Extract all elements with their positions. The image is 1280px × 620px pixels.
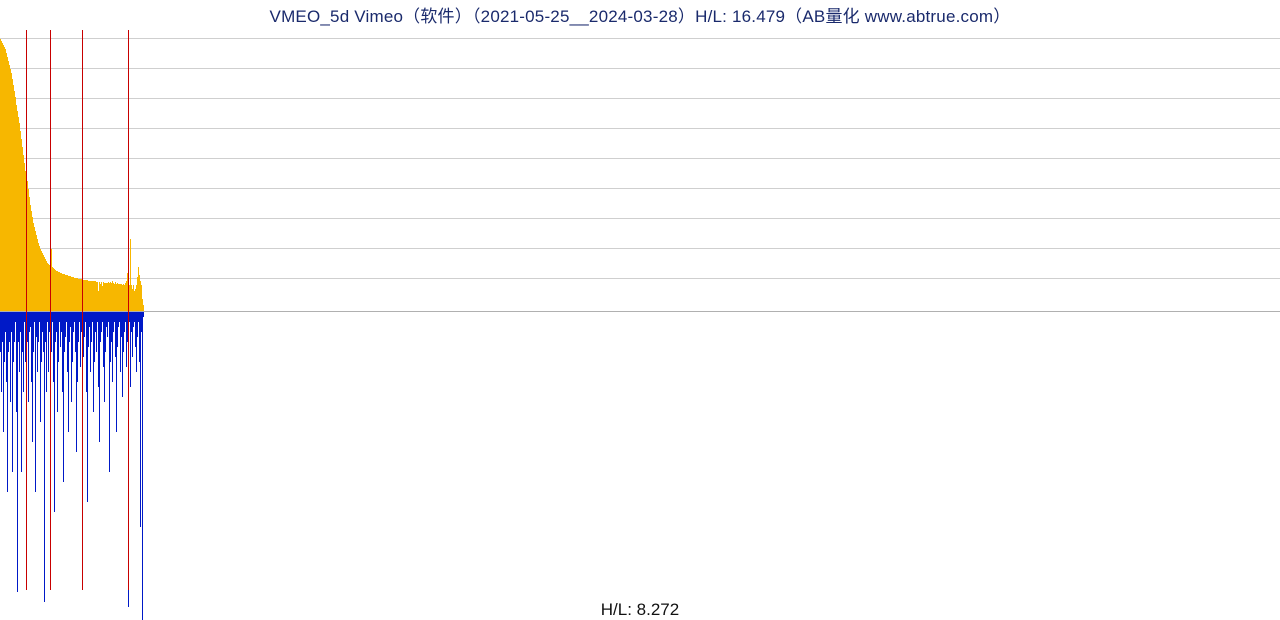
gridline <box>0 68 1280 69</box>
gridline <box>0 158 1280 159</box>
gridline <box>0 218 1280 219</box>
lower-bar <box>54 312 55 512</box>
gridline <box>0 248 1280 249</box>
gridline <box>0 128 1280 129</box>
lower-bar <box>46 312 47 392</box>
gridline <box>0 188 1280 189</box>
chart-title: VMEO_5d Vimeo（软件）（2021-05-25__2024-03-28… <box>0 2 1280 27</box>
upper-bar <box>143 305 144 311</box>
gridline <box>0 38 1280 39</box>
plot-area <box>0 28 1280 610</box>
lower-bar <box>23 312 24 392</box>
gridline <box>0 278 1280 279</box>
gridline <box>0 311 1280 312</box>
gridline <box>0 98 1280 99</box>
marker-line <box>26 30 27 590</box>
lower-bar <box>35 312 36 492</box>
lower-bar <box>140 312 141 527</box>
marker-line <box>82 30 83 590</box>
chart-subtitle: H/L: 8.272 <box>0 600 1280 620</box>
lower-bar <box>44 312 45 602</box>
marker-line <box>50 30 51 590</box>
marker-line <box>128 30 129 590</box>
lower-bar <box>143 312 144 317</box>
lower-bar <box>142 312 143 620</box>
lower-bar <box>17 312 18 592</box>
stock-ratio-chart: VMEO_5d Vimeo（软件）（2021-05-25__2024-03-28… <box>0 0 1280 620</box>
